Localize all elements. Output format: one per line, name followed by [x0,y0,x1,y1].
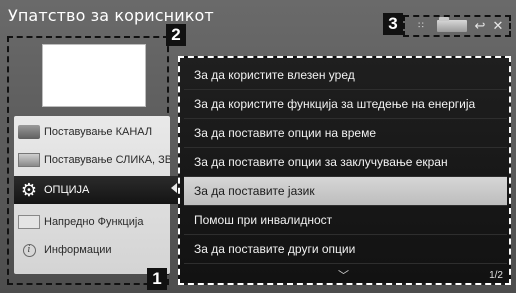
list-item[interactable]: За да поставите опции за заклучување екр… [184,148,507,177]
options-panel: За да користите влезен уред За да корист… [178,56,511,285]
list-item[interactable]: За да поставите други опции [184,235,507,264]
sidebar-item-advanced[interactable]: Напредно Функција [14,208,170,236]
list-item[interactable]: За да користите функција за штедење на е… [184,90,507,119]
chevron-down-icon[interactable]: ﹀ [338,269,349,283]
sidebar-item-label: Напредно Функција [44,216,144,228]
sidebar-item-picture-sound[interactable]: Поставување СЛИКА, ЗВУК [14,146,170,174]
advanced-icon [18,215,40,229]
sidebar-item-info[interactable]: i Информации [14,236,170,264]
list-item[interactable]: За да користите влезен уред [184,61,507,90]
user-guide-screen: Упатство за корисникот 3 ∷ ↩ ✕ 2 Поставу… [0,0,516,293]
sidebar-item-option[interactable]: ⚙ ОПЦИЈА [14,176,178,204]
preview-thumbnail [42,44,146,107]
list-footer: ﹀ 1/2 [180,269,509,283]
sidebar-item-label: Поставување КАНАЛ [44,126,153,138]
options-list: За да користите влезен уред За да корист… [184,61,507,264]
category-menu: Поставување КАНАЛ Поставување СЛИКА, ЗВУ… [14,116,178,274]
sidebar-item-label: Информации [44,244,112,256]
window-title: Упатство за корисникот [8,6,214,25]
page-indicator: 1/2 [489,270,503,281]
category-panel: Поставување КАНАЛ Поставување СЛИКА, ЗВУ… [7,36,178,285]
picture-sound-icon [18,153,40,167]
sidebar-item-label: Поставување СЛИКА, ЗВУК [44,154,170,166]
sidebar-item-channel[interactable]: Поставување КАНАЛ [14,118,170,146]
list-view-icon[interactable]: ∷ [411,19,431,33]
folder-icon[interactable] [435,17,469,33]
selection-pointer-icon [171,183,177,193]
sidebar-item-label: ОПЦИЈА [44,184,90,196]
close-icon[interactable]: ✕ [491,19,505,34]
list-item[interactable]: За да поставите опции на време [184,119,507,148]
back-icon[interactable]: ↩ [473,19,487,34]
gear-icon: ⚙ [20,179,38,200]
info-icon: i [22,243,36,257]
callout-2: 2 [166,24,186,46]
top-controls: ∷ ↩ ✕ [403,15,511,37]
list-item[interactable]: Помош при инвалидност [184,206,507,235]
callout-3: 3 [383,13,403,35]
channel-icon [18,125,40,139]
callout-1: 1 [147,268,167,290]
list-item-selected[interactable]: За да поставите јазик [184,177,507,206]
